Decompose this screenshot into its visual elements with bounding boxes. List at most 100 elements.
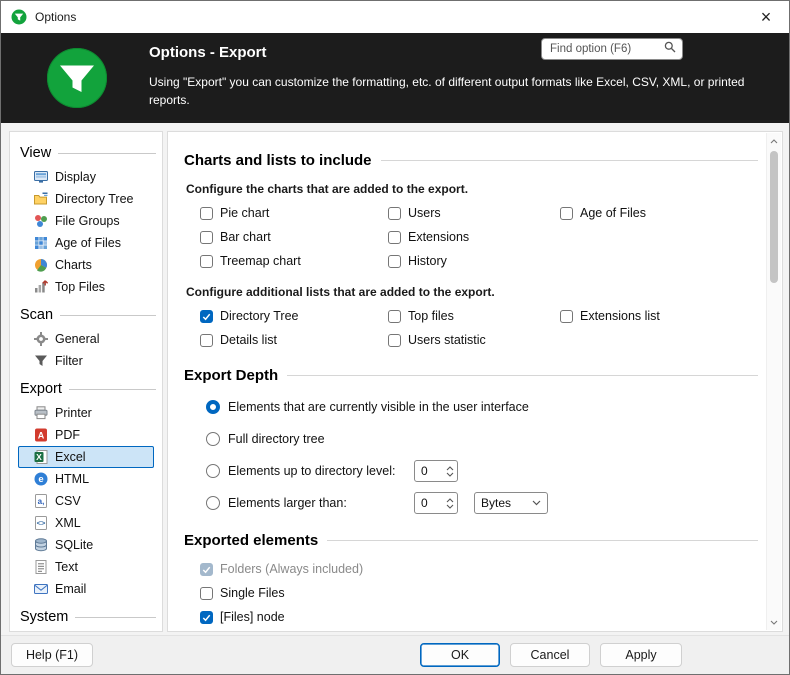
checkbox-top-files[interactable]: Top files <box>388 309 560 323</box>
checkbox-label: Age of Files <box>580 206 646 220</box>
scrollbar-thumb[interactable] <box>770 151 778 283</box>
sidebar-item-directory-tree[interactable]: Directory Tree <box>18 188 154 210</box>
sidebar-item-text[interactable]: Text <box>18 556 154 578</box>
radio-full-directory-tree[interactable]: Full directory tree <box>206 428 758 450</box>
radio-circle <box>206 400 220 414</box>
checkbox-box <box>200 255 213 268</box>
page-description: Using "Export" you can customize the for… <box>149 73 761 109</box>
scroll-up-icon[interactable] <box>767 134 781 148</box>
apply-button[interactable]: Apply <box>600 643 682 667</box>
checkbox-box <box>560 207 573 220</box>
sidebar-item-label: Display <box>55 170 96 184</box>
checkbox-treemap-chart[interactable]: Treemap chart <box>200 254 388 268</box>
checkbox-directory-tree[interactable]: Directory Tree <box>200 309 388 323</box>
sidebar-item-csv[interactable]: a, CSV <box>18 490 154 512</box>
svg-text:X: X <box>36 452 42 462</box>
sidebar-item-label: XML <box>55 516 81 530</box>
sidebar-item-general[interactable]: General <box>18 328 154 350</box>
checkbox-label: Directory Tree <box>220 309 299 323</box>
sidebar-item-label: Text <box>55 560 78 574</box>
checkbox-users[interactable]: Users <box>388 206 560 220</box>
sidebar-item-file-groups[interactable]: File Groups <box>18 210 154 232</box>
checkbox-box <box>388 310 401 323</box>
sidebar-item-excel[interactable]: X Excel <box>18 446 154 468</box>
checkbox-label: Treemap chart <box>220 254 301 268</box>
checkbox-extensions[interactable]: Extensions <box>388 230 560 244</box>
checkbox-label: Bar chart <box>220 230 271 244</box>
checkbox-label: Pie chart <box>220 206 269 220</box>
sidebar-section-export: Export <box>20 381 162 397</box>
checkbox-box <box>560 310 573 323</box>
sidebar-item-label: Directory Tree <box>55 192 134 206</box>
top-files-icon <box>33 279 49 295</box>
grid-spacer <box>560 230 758 244</box>
radio-label: Full directory tree <box>228 432 325 446</box>
help-button[interactable]: Help (F1) <box>11 643 93 667</box>
sidebar-item-email[interactable]: Email <box>18 578 154 600</box>
sidebar-item-application[interactable]: Application <box>18 630 154 632</box>
dialog-footer: Help (F1) OK Cancel Apply <box>1 635 789 674</box>
checkbox-pie-chart[interactable]: Pie chart <box>200 206 388 220</box>
charts-group-label: Configure the charts that are added to t… <box>186 182 758 196</box>
window-title: Options <box>35 10 76 24</box>
general-icon <box>33 331 49 347</box>
radio-visible-elements[interactable]: Elements that are currently visible in t… <box>206 396 758 418</box>
sidebar-item-label: Top Files <box>55 280 105 294</box>
sidebar-item-age-of-files[interactable]: Age of Files <box>18 232 154 254</box>
checkbox-extensions-list[interactable]: Extensions list <box>560 309 758 323</box>
sqlite-icon <box>33 537 49 553</box>
sidebar-item-charts[interactable]: Charts <box>18 254 154 276</box>
radio-circle <box>206 464 220 478</box>
sidebar-section-scan: Scan <box>20 307 162 323</box>
checkbox-age-of-files[interactable]: Age of Files <box>560 206 758 220</box>
scroll-down-icon[interactable] <box>767 615 781 629</box>
main-panel: Charts and lists to include Configure th… <box>167 131 783 632</box>
checkbox-label: Single Files <box>220 586 285 600</box>
radio-label: Elements that are currently visible in t… <box>228 400 529 414</box>
lists-checkbox-grid: Directory Tree Top files Extensions list… <box>200 309 758 347</box>
checkbox-label: [Files] node <box>220 610 285 624</box>
checkbox-label: Users <box>408 206 441 220</box>
checkbox-box <box>388 334 401 347</box>
section-exported-elements: Exported elements <box>184 532 758 549</box>
cancel-button[interactable]: Cancel <box>510 643 590 667</box>
size-unit-select[interactable]: Bytes <box>474 492 548 514</box>
directory-tree-icon <box>33 191 49 207</box>
checkbox-bar-chart[interactable]: Bar chart <box>200 230 388 244</box>
ok-button[interactable]: OK <box>420 643 500 667</box>
charts-icon <box>33 257 49 273</box>
svg-text:a,: a, <box>38 497 45 506</box>
sidebar-item-label: Excel <box>55 450 86 464</box>
sidebar-item-label: PDF <box>55 428 80 442</box>
checkbox-files-node[interactable]: [Files] node <box>200 610 758 624</box>
checkbox-single-files[interactable]: Single Files <box>200 586 758 600</box>
directory-level-spinner[interactable]: 0 <box>414 460 458 482</box>
checkbox-history[interactable]: History <box>388 254 560 268</box>
checkbox-users-statistic[interactable]: Users statistic <box>388 333 560 347</box>
radio-elements-larger-than[interactable]: Elements larger than: 0 Bytes <box>206 492 758 514</box>
sidebar-item-top-files[interactable]: Top Files <box>18 276 154 298</box>
close-button[interactable]: × <box>743 1 789 33</box>
sidebar-item-sqlite[interactable]: SQLite <box>18 534 154 556</box>
html-icon: e <box>33 471 49 487</box>
find-option-search[interactable] <box>541 38 683 60</box>
vertical-scrollbar[interactable] <box>766 133 781 630</box>
sidebar-item-xml[interactable]: <> XML <box>18 512 154 534</box>
radio-elements-up-to-level[interactable]: Elements up to directory level: 0 <box>206 460 758 482</box>
sidebar-item-pdf[interactable]: A PDF <box>18 424 154 446</box>
spinner-arrows[interactable] <box>446 498 457 509</box>
spinner-arrows[interactable] <box>446 466 457 477</box>
checkbox-box <box>388 207 401 220</box>
charts-checkbox-grid: Pie chart Users Age of Files Bar chart E… <box>200 206 758 268</box>
sidebar-item-filter[interactable]: Filter <box>18 350 154 372</box>
spinner-up-icon <box>446 498 454 503</box>
sidebar-item-printer[interactable]: Printer <box>18 402 154 424</box>
search-input[interactable] <box>548 42 664 56</box>
spinner-up-icon <box>446 466 454 471</box>
size-spinner[interactable]: 0 <box>414 492 458 514</box>
checkbox-label: Folders (Always included) <box>220 562 363 576</box>
sidebar-item-html[interactable]: e HTML <box>18 468 154 490</box>
sidebar-item-display[interactable]: Display <box>18 166 154 188</box>
checkbox-details-list[interactable]: Details list <box>200 333 388 347</box>
sidebar-section-system: System <box>20 609 162 625</box>
